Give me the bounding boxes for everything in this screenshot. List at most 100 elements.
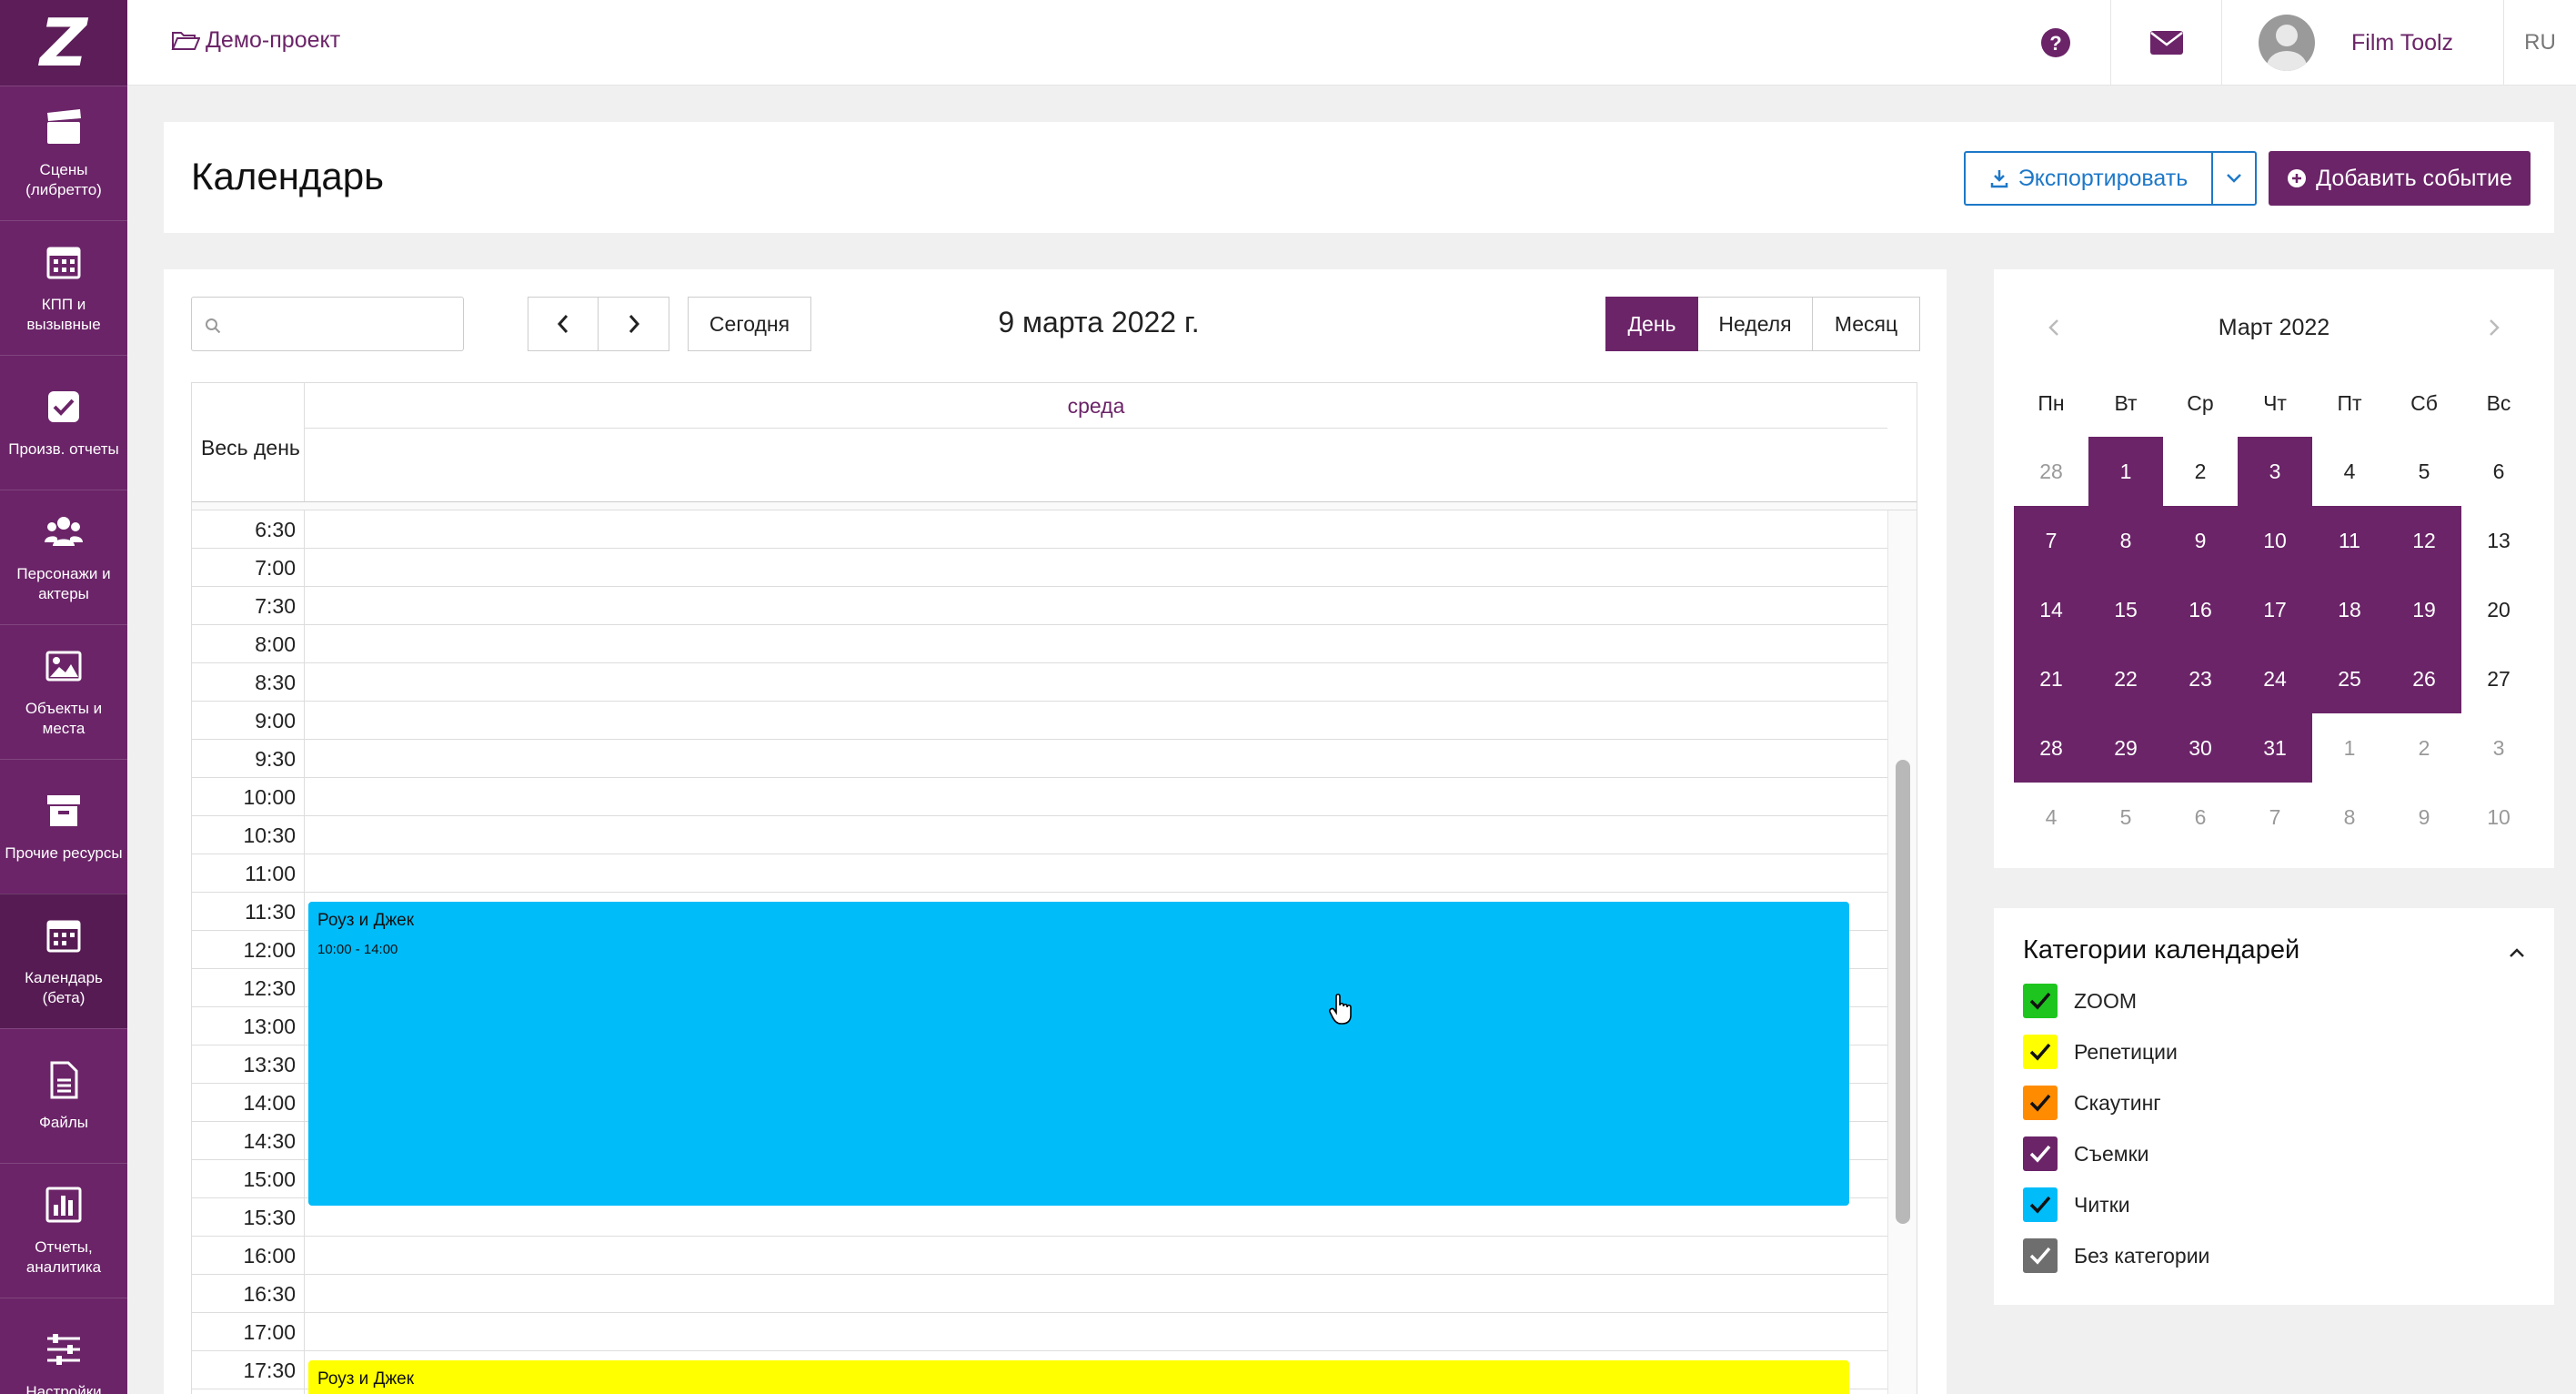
next-button[interactable] xyxy=(599,297,669,351)
scrollbar-thumb[interactable] xyxy=(1896,760,1910,1224)
mini-calendar-day[interactable]: 6 xyxy=(2163,783,2238,852)
mini-calendar-day[interactable]: 15 xyxy=(2088,575,2163,644)
mini-calendar-day[interactable]: 14 xyxy=(2014,575,2088,644)
mini-calendar-day[interactable]: 11 xyxy=(2312,506,2387,575)
mini-calendar-day[interactable]: 5 xyxy=(2088,783,2163,852)
category-checkbox[interactable] xyxy=(2023,1238,2058,1273)
sidebar-item-4[interactable]: Персонажи и актеры xyxy=(0,490,127,624)
mini-calendar-day[interactable]: 6 xyxy=(2461,437,2536,506)
mini-calendar-day[interactable]: 23 xyxy=(2163,644,2238,713)
mini-calendar-day[interactable]: 7 xyxy=(2238,783,2312,852)
sidebar-item-2[interactable]: КПП и вызывные xyxy=(0,220,127,355)
time-slot[interactable]: 8:00 xyxy=(192,625,1889,663)
top-bar: Демо-проект ? Film Toolz RU xyxy=(127,0,2576,86)
sidebar-item-10[interactable]: Настройки xyxy=(0,1298,127,1394)
mini-calendar-day[interactable]: 22 xyxy=(2088,644,2163,713)
add-event-button[interactable]: Добавить событие xyxy=(2269,151,2531,206)
calendar-event[interactable]: Роуз и Джек 10:00 - 14:00 xyxy=(308,902,1849,1206)
mini-calendar-day[interactable]: 30 xyxy=(2163,713,2238,783)
sidebar-item-7[interactable]: Календарь (бета) xyxy=(0,894,127,1028)
category-item[interactable]: Съемки xyxy=(2023,1128,2209,1179)
mini-calendar-day[interactable]: 1 xyxy=(2312,713,2387,783)
mini-calendar-day[interactable]: 16 xyxy=(2163,575,2238,644)
app-logo[interactable]: Z xyxy=(0,0,127,86)
sidebar-item-6[interactable]: Прочие ресурсы xyxy=(0,759,127,894)
view-week-button[interactable]: Неделя xyxy=(1698,297,1813,351)
time-slot[interactable]: 7:30 xyxy=(192,587,1889,625)
mini-calendar-day[interactable]: 2 xyxy=(2387,713,2461,783)
view-day-button[interactable]: День xyxy=(1605,297,1698,351)
time-slot[interactable]: 7:00 xyxy=(192,549,1889,587)
chevron-up-icon[interactable] xyxy=(2503,939,2531,966)
mini-calendar-day[interactable]: 26 xyxy=(2387,644,2461,713)
category-item[interactable]: Без категории xyxy=(2023,1230,2209,1281)
mini-calendar-day[interactable]: 21 xyxy=(2014,644,2088,713)
time-slot[interactable]: 10:30 xyxy=(192,816,1889,854)
messages-button[interactable] xyxy=(2110,0,2221,86)
mini-calendar-day[interactable]: 2 xyxy=(2163,437,2238,506)
view-month-button[interactable]: Месяц xyxy=(1813,297,1920,351)
mini-calendar-day[interactable]: 20 xyxy=(2461,575,2536,644)
category-checkbox[interactable] xyxy=(2023,1035,2058,1069)
mini-calendar-day[interactable]: 5 xyxy=(2387,437,2461,506)
mini-calendar-day[interactable]: 8 xyxy=(2088,506,2163,575)
mini-calendar-day[interactable]: 4 xyxy=(2014,783,2088,852)
help-button[interactable]: ? xyxy=(2001,0,2110,86)
mini-calendar-day[interactable]: 10 xyxy=(2238,506,2312,575)
calendar-event[interactable]: Роуз и Джек16:00 - 20:00 xyxy=(308,1360,1849,1394)
search-input[interactable] xyxy=(228,298,456,350)
sidebar-item-5[interactable]: Объекты и места xyxy=(0,624,127,759)
time-slot[interactable]: 17:00 xyxy=(192,1313,1889,1351)
project-link[interactable]: Демо-проект xyxy=(171,27,340,54)
prev-button[interactable] xyxy=(528,297,599,351)
time-slot[interactable]: 16:30 xyxy=(192,1275,1889,1313)
category-item[interactable]: Репетиции xyxy=(2023,1026,2209,1077)
mini-calendar-day[interactable]: 4 xyxy=(2312,437,2387,506)
today-button[interactable]: Сегодня xyxy=(688,297,811,351)
category-item[interactable]: Читки xyxy=(2023,1179,2209,1230)
mini-calendar-day[interactable]: 27 xyxy=(2461,644,2536,713)
category-checkbox[interactable] xyxy=(2023,1187,2058,1222)
mini-calendar-day[interactable]: 25 xyxy=(2312,644,2387,713)
mini-calendar-day[interactable]: 10 xyxy=(2461,783,2536,852)
time-slot[interactable]: 11:00 xyxy=(192,854,1889,893)
mini-next-button[interactable] xyxy=(2476,309,2512,346)
mini-calendar-day[interactable]: 7 xyxy=(2014,506,2088,575)
category-item[interactable]: Скаутинг xyxy=(2023,1077,2209,1128)
mini-calendar-day[interactable]: 1 xyxy=(2088,437,2163,506)
time-slot[interactable]: 6:30 xyxy=(192,510,1889,549)
mini-calendar-day[interactable]: 3 xyxy=(2238,437,2312,506)
sidebar-item-8[interactable]: Файлы xyxy=(0,1028,127,1163)
export-button[interactable]: Экспортировать xyxy=(1966,153,2213,204)
mini-calendar-day[interactable]: 19 xyxy=(2387,575,2461,644)
category-checkbox[interactable] xyxy=(2023,984,2058,1018)
mini-calendar-day[interactable]: 29 xyxy=(2088,713,2163,783)
sidebar-item-1[interactable]: Сцены (либретто) xyxy=(0,86,127,220)
mini-calendar-day[interactable]: 9 xyxy=(2387,783,2461,852)
mini-calendar-day[interactable]: 9 xyxy=(2163,506,2238,575)
mini-calendar-day[interactable]: 3 xyxy=(2461,713,2536,783)
time-slot[interactable]: 9:30 xyxy=(192,740,1889,778)
mini-calendar-day[interactable]: 28 xyxy=(2014,437,2088,506)
category-item[interactable]: ZOOM xyxy=(2023,975,2209,1026)
time-slot[interactable]: 8:30 xyxy=(192,663,1889,702)
mini-calendar-day[interactable]: 13 xyxy=(2461,506,2536,575)
export-dropdown-button[interactable] xyxy=(2213,153,2255,204)
category-checkbox[interactable] xyxy=(2023,1136,2058,1171)
mini-calendar-day[interactable]: 12 xyxy=(2387,506,2461,575)
mini-calendar-day[interactable]: 24 xyxy=(2238,644,2312,713)
sidebar-item-9[interactable]: Отчеты, аналитика xyxy=(0,1163,127,1298)
mini-calendar-day[interactable]: 18 xyxy=(2312,575,2387,644)
mini-calendar-day[interactable]: 31 xyxy=(2238,713,2312,783)
time-slot[interactable]: 10:00 xyxy=(192,778,1889,816)
mini-calendar-day[interactable]: 28 xyxy=(2014,713,2088,783)
sidebar-item-3[interactable]: Произв. отчеты xyxy=(0,355,127,490)
grid-scrollbar[interactable] xyxy=(1887,510,1917,1394)
user-menu[interactable]: Film Toolz xyxy=(2221,0,2503,86)
mini-calendar-day[interactable]: 8 xyxy=(2312,783,2387,852)
category-checkbox[interactable] xyxy=(2023,1086,2058,1120)
language-switch[interactable]: RU xyxy=(2503,0,2576,86)
mini-calendar-day[interactable]: 17 xyxy=(2238,575,2312,644)
time-slot[interactable]: 16:00 xyxy=(192,1237,1889,1275)
time-slot[interactable]: 9:00 xyxy=(192,702,1889,740)
